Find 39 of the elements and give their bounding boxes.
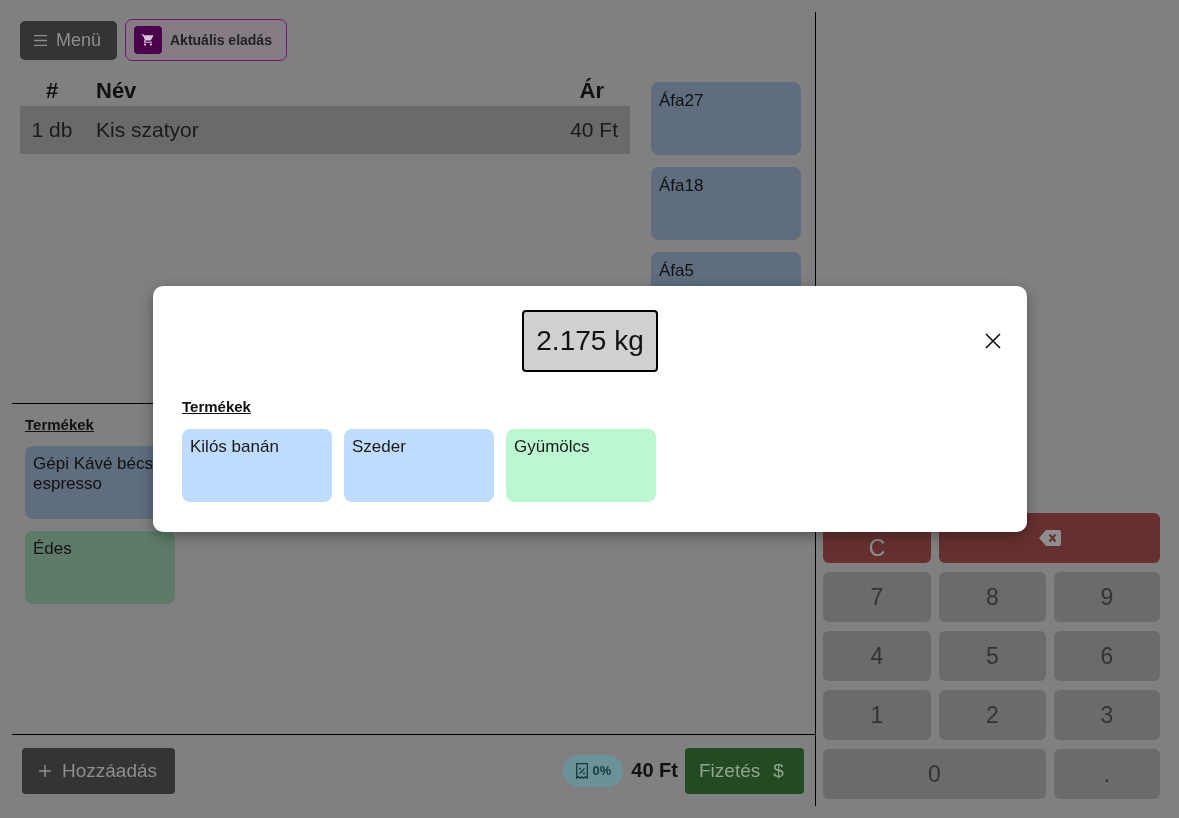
column-header: Ár [579, 77, 605, 104]
vat-group-button[interactable]: Áfa18 [651, 167, 801, 240]
backspace-icon [1038, 530, 1061, 546]
product-button[interactable]: Kilós banán [182, 429, 332, 502]
keypad-key[interactable]: 1 [823, 690, 931, 740]
add-button[interactable]: Hozzáadás [22, 747, 175, 794]
menu-icon [34, 34, 47, 46]
table-cell-text: 1 db [30, 118, 74, 142]
table-cell-text: 40 Ft [570, 118, 619, 142]
pay-button[interactable]: Fizetés $ [685, 747, 804, 794]
close-icon [985, 333, 1001, 349]
product-button[interactable]: Gyümölcs [506, 429, 656, 502]
receipt-percent-icon [575, 762, 588, 779]
vat-group-button[interactable]: Áfa27 [651, 82, 801, 155]
total-amount: 40 Ft [631, 759, 678, 782]
keypad-key[interactable]: 2 [939, 690, 1046, 740]
section-title: Termékek [182, 398, 251, 415]
column-header: Név [95, 77, 138, 104]
keypad-key[interactable]: 3 [1054, 690, 1160, 740]
menu-button[interactable]: Menü [20, 20, 117, 60]
keypad-key[interactable]: 7 [823, 572, 931, 622]
keypad-key[interactable]: 4 [823, 631, 931, 681]
plus-icon [39, 764, 51, 777]
keypad-key[interactable]: 0 [823, 749, 1046, 799]
product-button[interactable]: Édes [25, 531, 175, 604]
view-tab[interactable]: Aktuális eladás [125, 19, 287, 61]
column-header: # [44, 77, 60, 104]
keypad-key[interactable]: 9 [1054, 572, 1160, 622]
cart-icon [134, 26, 162, 54]
keypad-key[interactable]: 5 [939, 631, 1046, 681]
keypad-key[interactable]: 6 [1054, 631, 1160, 681]
discount-button[interactable]: 0% [562, 754, 624, 787]
table-cell-text: Kis szatyor [95, 118, 200, 142]
section-title: Termékek [25, 416, 94, 433]
cart-row[interactable]: 1 db Kis szatyor 40 Ft [20, 106, 630, 154]
keypad-key[interactable]: 8 [939, 572, 1046, 622]
weight-display: 2.175 kg [522, 310, 658, 372]
keypad-key[interactable]: . [1054, 749, 1160, 799]
product-button[interactable]: Szeder [344, 429, 494, 502]
